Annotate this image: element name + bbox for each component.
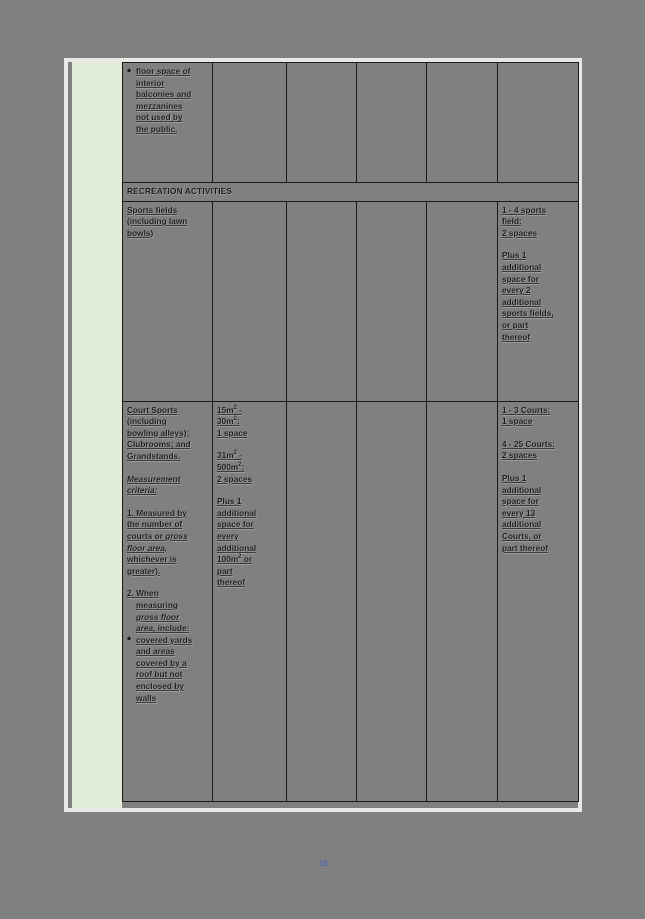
line: floor space of xyxy=(127,66,208,78)
line: area, include: xyxy=(136,623,190,634)
line: bowling alleys); xyxy=(127,427,190,438)
table-section-row: RECREATION ACTIVITIES xyxy=(122,182,579,202)
line: space for xyxy=(502,496,539,507)
line: whichever is xyxy=(127,554,177,565)
line: 2 spaces xyxy=(502,450,538,461)
cell-empty xyxy=(356,62,427,183)
line: space for xyxy=(502,273,539,284)
line: the public. xyxy=(136,123,178,134)
line: courts or gross xyxy=(127,530,188,541)
cell-empty xyxy=(426,400,498,802)
line: enclosed by xyxy=(136,681,184,692)
cell-empty xyxy=(212,200,287,402)
line: gross floor xyxy=(136,611,180,622)
line: roof but not xyxy=(136,669,183,680)
line: part thereof xyxy=(502,542,549,553)
line: every 13 xyxy=(502,507,536,518)
line: additional xyxy=(502,484,542,495)
line: 1 space xyxy=(217,427,248,438)
cell-empty xyxy=(356,200,427,402)
line: criteria: xyxy=(127,485,158,496)
line: 2 spaces xyxy=(502,227,538,238)
line: additional xyxy=(217,542,257,553)
line: 1. Measured by xyxy=(127,507,187,518)
line: or part xyxy=(502,319,529,330)
line: 15m2 - xyxy=(217,404,243,415)
line: and areas xyxy=(136,646,175,657)
line: 30m2: xyxy=(217,416,240,427)
page-content-area: floor space of interior balconies and me… xyxy=(68,62,579,808)
cell-empty xyxy=(426,200,498,402)
cell-sports-fields-name: Sports fields (including lawn bowls) xyxy=(122,200,213,402)
line: Court Sports xyxy=(127,404,178,415)
line: Courts, or xyxy=(502,530,542,541)
line: floor area, xyxy=(127,542,168,553)
cell-empty xyxy=(356,400,427,802)
line: thereof xyxy=(217,577,246,588)
line: field: xyxy=(502,216,522,227)
line: (including lawn xyxy=(127,216,188,227)
line: measuring xyxy=(136,599,178,610)
cell-court-sports-requirement: 1 - 3 Courts: 1 space 4 - 25 Courts: 2 s… xyxy=(497,400,579,802)
line: Grandstands. xyxy=(127,450,181,461)
line: every 2 xyxy=(502,285,531,296)
table-row: Sports fields (including lawn bowls) 1 -… xyxy=(122,200,579,402)
line: covered by a xyxy=(136,657,187,668)
line: 2 spaces xyxy=(217,473,253,484)
parking-requirements-table: floor space of interior balconies and me… xyxy=(122,62,579,802)
page-number-marker: 16 xyxy=(319,859,327,868)
line: interior xyxy=(136,77,165,88)
line: Plus 1 xyxy=(502,250,527,261)
cell-empty xyxy=(426,62,498,183)
cell-empty xyxy=(286,400,357,802)
table-body: floor space of interior balconies and me… xyxy=(122,62,579,802)
line: Measurement xyxy=(127,473,181,484)
line: space for xyxy=(217,519,254,530)
line: part xyxy=(217,565,233,576)
line: additional xyxy=(502,519,542,530)
cell-floor-space-note: floor space of interior balconies and me… xyxy=(122,62,213,183)
cell-empty xyxy=(286,62,357,183)
line: 1 - 4 sports xyxy=(502,204,547,215)
line: greater). xyxy=(127,565,161,576)
line: (including xyxy=(127,416,167,427)
line: 31m2 - xyxy=(217,450,243,461)
line: the number of xyxy=(127,519,183,530)
cell-empty xyxy=(286,200,357,402)
line: covered yards xyxy=(127,634,208,647)
line: 2. When xyxy=(127,588,159,599)
document-viewer: floor space of interior balconies and me… xyxy=(0,0,645,919)
cell-court-sports-name: Court Sports (including bowling alleys);… xyxy=(122,400,213,802)
line: 1 space xyxy=(502,416,533,427)
line: additional xyxy=(502,261,542,272)
line: Plus 1 xyxy=(502,472,527,483)
line: sports fields, xyxy=(502,308,554,319)
line: thereof xyxy=(502,331,531,342)
line: not used by xyxy=(136,112,183,123)
line: balconies and xyxy=(136,89,192,100)
line: walls xyxy=(136,692,157,703)
document-page: floor space of interior balconies and me… xyxy=(64,58,582,812)
page-margin-strip xyxy=(72,62,122,808)
line: bowls) xyxy=(127,227,154,238)
cell-empty xyxy=(212,62,287,183)
line: mezzanines xyxy=(136,100,183,111)
line: additional xyxy=(217,507,257,518)
section-header-recreation-activities: RECREATION ACTIVITIES xyxy=(122,182,579,202)
table-row: Court Sports (including bowling alleys);… xyxy=(122,400,579,802)
line: 100m2 or xyxy=(217,554,253,565)
line: Plus 1 xyxy=(217,496,242,507)
line: Clubrooms; and xyxy=(127,439,191,450)
line: 500m2: xyxy=(217,461,245,472)
cell-court-sports-area-scale: 15m2 - 30m2: 1 space 31m2 - 500m2: 2 spa… xyxy=(212,400,287,802)
line: every xyxy=(217,530,239,541)
line: 4 - 25 Courts: xyxy=(502,438,556,449)
line: additional xyxy=(502,296,542,307)
cell-sports-fields-requirement: 1 - 4 sports field: 2 spaces Plus 1 addi… xyxy=(497,200,579,402)
table-row: floor space of interior balconies and me… xyxy=(122,62,579,183)
line: 1 - 3 Courts: xyxy=(502,404,551,415)
line: Sports fields xyxy=(127,204,178,215)
cell-empty xyxy=(497,62,579,183)
